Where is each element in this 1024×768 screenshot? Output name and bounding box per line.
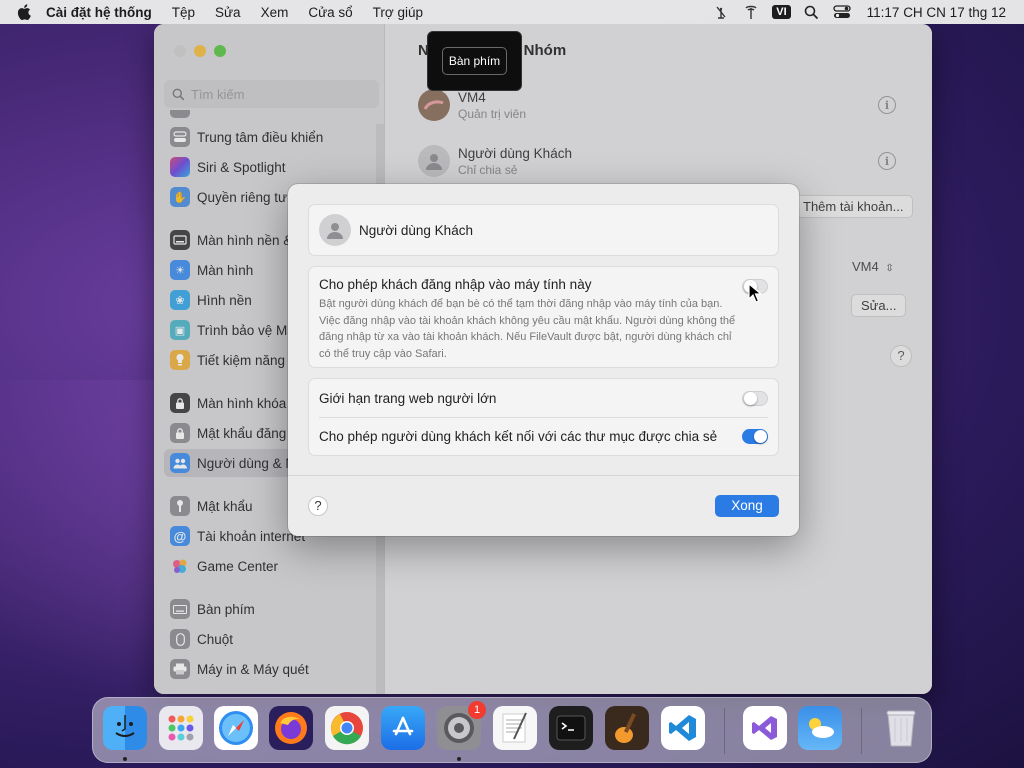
vscode-icon[interactable] [661,706,705,750]
tooltip-label: Bàn phím [441,47,508,75]
toggle-knob [744,392,757,405]
guest-name: Người dùng Khách [359,222,473,238]
menu-bar: Cài đặt hệ thống Tệp Sửa Xem Cửa sổ Trợ … [0,0,1024,24]
shared-folders-label: Cho phép người dùng khách kết nối với cá… [319,428,718,444]
dock: 1 [92,697,932,763]
app-menu-name[interactable]: Cài đặt hệ thống [40,5,162,20]
garageband-icon[interactable] [605,706,649,750]
apple-menu-icon[interactable] [0,4,40,20]
trash-icon[interactable] [879,706,923,750]
shared-folders-row: Cho phép người dùng khách kết nối với cá… [319,417,768,455]
finder-icon[interactable] [103,706,147,750]
tooltip: Bàn phím [427,31,522,91]
visual-studio-icon[interactable] [743,706,787,750]
running-indicator [457,757,461,761]
guest-avatar [319,214,351,246]
weather-icon[interactable] [798,706,842,750]
divider [288,475,799,476]
limit-adult-label: Giới hạn trang web người lớn [319,390,497,406]
app-store-icon[interactable] [381,706,425,750]
menu-help[interactable]: Trợ giúp [363,5,433,20]
mouse-cursor-icon [748,282,763,306]
guest-header-card: Người dùng Khách [308,204,779,256]
notification-badge: 1 [468,701,486,719]
spotlight-search-icon[interactable] [797,0,827,24]
allow-guest-card: Cho phép khách đăng nhập vào máy tính nà… [308,266,779,368]
broadcast-muted-icon[interactable] [706,0,736,24]
allow-guest-title: Cho phép khách đăng nhập vào máy tính nà… [319,277,592,292]
menu-window[interactable]: Cửa sổ [298,5,362,20]
chrome-icon[interactable] [325,706,369,750]
toggle-knob [754,430,767,443]
limit-adult-toggle[interactable] [742,391,768,406]
allow-guest-description: Bật người dùng khách để bạn bè có thể tạ… [319,298,736,360]
textedit-icon[interactable] [493,706,537,750]
safari-icon[interactable] [214,706,258,750]
dock-separator [724,708,725,754]
help-button[interactable]: ? [308,496,328,516]
antenna-icon[interactable] [736,0,766,24]
firefox-icon[interactable] [269,706,313,750]
done-button[interactable]: Xong [715,495,779,517]
shared-folders-toggle[interactable] [742,429,768,444]
running-indicator [123,757,127,761]
guest-options-card: Giới hạn trang web người lớn Cho phép ng… [308,378,779,456]
guest-user-sheet: Người dùng Khách Cho phép khách đăng nhậ… [288,184,799,536]
menu-view[interactable]: Xem [251,5,299,20]
control-center-icon[interactable] [827,0,857,24]
system-settings-icon[interactable]: 1 [437,701,486,750]
menu-clock[interactable]: 11:17 CH CN 17 thg 12 [857,5,1024,20]
dock-separator [861,708,862,754]
input-source-badge[interactable]: VI [772,5,791,19]
menu-edit[interactable]: Sửa [205,5,251,20]
launchpad-icon[interactable] [159,706,203,750]
menu-file[interactable]: Tệp [162,5,205,20]
limit-adult-row: Giới hạn trang web người lớn [319,379,768,417]
terminal-icon[interactable] [549,706,593,750]
